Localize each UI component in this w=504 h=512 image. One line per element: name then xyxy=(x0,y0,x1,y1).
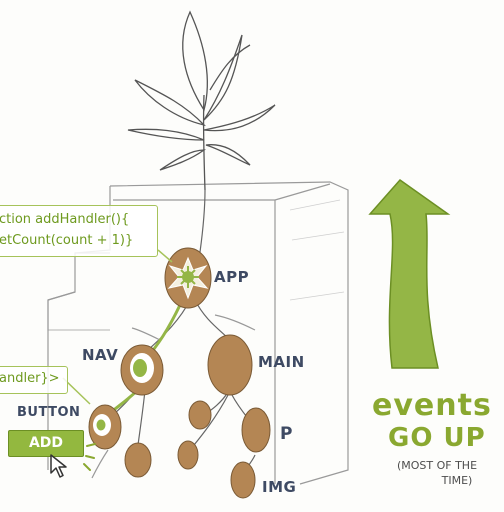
click-marks xyxy=(83,443,96,471)
code-callout-button: andler}> xyxy=(0,366,68,394)
button-highlight-icon xyxy=(93,414,111,436)
code-line-2: etCount(count + 1)} xyxy=(0,233,134,248)
code-line-handler: andler}> xyxy=(0,371,60,386)
label-main: MAIN xyxy=(258,353,305,371)
p-tuber-small xyxy=(188,400,212,430)
cursor-icon xyxy=(50,454,67,478)
nav-highlight-icon xyxy=(130,353,154,383)
arrow-up-icon xyxy=(368,178,451,369)
label-img: IMG xyxy=(262,478,297,496)
p-tuber xyxy=(241,407,271,453)
label-p: P xyxy=(280,424,293,444)
add-button[interactable]: ADD xyxy=(8,430,84,457)
leaf-tuber-2 xyxy=(177,440,199,470)
main-tuber xyxy=(207,334,253,396)
label-app: APP xyxy=(214,268,250,286)
headline-line-2: go up xyxy=(388,423,486,453)
plant-icon xyxy=(127,10,276,191)
note-text: (MOST OF THE TIME) xyxy=(372,458,502,488)
code-line-1: ction addHandler(){ xyxy=(0,212,130,227)
label-button: BUTTON xyxy=(17,405,81,420)
headline-line-1: events xyxy=(372,388,492,423)
note-line-1: (MOST OF THE xyxy=(396,459,478,472)
leaf-tuber-1 xyxy=(124,442,152,478)
note-line-2: TIME) xyxy=(441,474,473,487)
label-nav: NAV xyxy=(82,346,119,364)
diagram-canvas: ction addHandler(){ etCount(count + 1)} … xyxy=(0,0,504,512)
code-callout-app: ction addHandler(){ etCount(count + 1)} xyxy=(0,205,158,257)
img-tuber xyxy=(230,461,256,499)
